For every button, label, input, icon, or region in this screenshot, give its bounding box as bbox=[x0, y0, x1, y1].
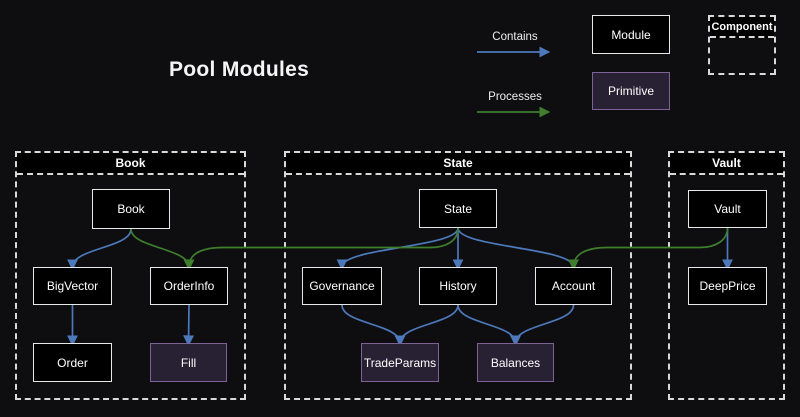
node-fill: Fill bbox=[150, 343, 227, 382]
legend-processes-label: Processes bbox=[476, 91, 554, 103]
container-state-header: State bbox=[286, 153, 630, 175]
legend-component-sample: Component bbox=[708, 15, 776, 75]
legend-contains-label: Contains bbox=[476, 31, 554, 43]
node-bigvector: BigVector bbox=[33, 267, 112, 305]
node-tradeparams: TradeParams bbox=[361, 343, 439, 382]
node-history: History bbox=[419, 267, 497, 305]
node-vault: Vault bbox=[688, 190, 767, 228]
component-title-bar: Component bbox=[710, 17, 774, 38]
legend-primitive-sample: Primitive bbox=[592, 72, 670, 110]
node-orderinfo: OrderInfo bbox=[150, 267, 228, 305]
node-order: Order bbox=[33, 343, 112, 382]
node-balances: Balances bbox=[477, 343, 554, 382]
node-governance: Governance bbox=[302, 267, 382, 305]
container-vault-header: Vault bbox=[670, 153, 783, 175]
node-account: Account bbox=[535, 267, 612, 305]
legend-module-sample: Module bbox=[592, 15, 670, 54]
component-body bbox=[710, 38, 774, 75]
node-deepprice: DeepPrice bbox=[688, 267, 767, 305]
diagram-canvas: Pool Modules Contains Processes Module P… bbox=[0, 0, 800, 417]
page-title: Pool Modules bbox=[169, 58, 309, 82]
node-book: Book bbox=[92, 189, 170, 229]
container-book-header: Book bbox=[17, 153, 244, 175]
node-state: State bbox=[419, 189, 497, 228]
